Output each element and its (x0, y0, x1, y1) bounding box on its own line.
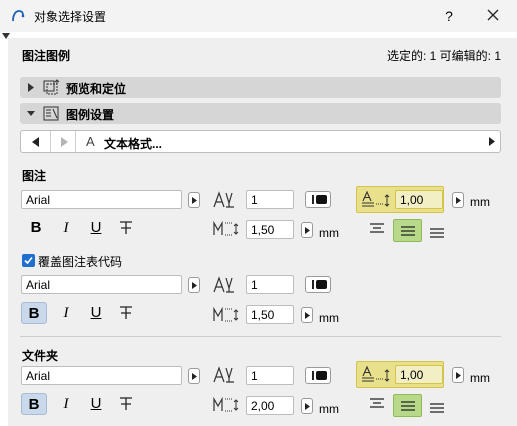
strikethrough-icon (120, 221, 132, 234)
align-center-button[interactable] (393, 219, 422, 242)
section-label: 预览和定位 (66, 82, 127, 96)
width-factor-input[interactable]: 1 (246, 275, 294, 294)
character-width-icon (213, 191, 234, 208)
arrow-right-icon (61, 137, 68, 147)
unit-label: mm (470, 195, 490, 209)
section-preview-position[interactable]: 预览和定位 (20, 77, 501, 98)
line-spacing-input[interactable]: 2,00 (246, 396, 294, 415)
group-heading: 图注 (22, 169, 47, 183)
group-divider (20, 336, 501, 337)
align-center-icon (401, 226, 415, 236)
unit-label: mm (470, 371, 490, 385)
text-format-icon: A (86, 134, 95, 149)
paragraph-spacing-icon (362, 190, 390, 207)
expand-arrow-icon (28, 83, 34, 92)
align-left-button[interactable] (366, 394, 388, 414)
italic-button[interactable]: I (53, 393, 79, 415)
pen-color-swatch[interactable] (305, 276, 331, 293)
checkmark-icon (24, 256, 33, 265)
underline-button[interactable]: U (83, 393, 109, 415)
close-icon[interactable] (484, 6, 502, 24)
font-select[interactable]: Arial (21, 366, 182, 385)
bold-button[interactable]: B (21, 302, 47, 324)
selection-status: 选定的: 1 可编辑的: 1 (386, 49, 501, 63)
next-page-button[interactable] (52, 131, 76, 152)
pen-color-swatch[interactable] (305, 191, 331, 208)
bold-button[interactable]: B (21, 393, 47, 415)
align-left-icon (370, 398, 384, 408)
paragraph-spacing-menu-button[interactable] (452, 367, 464, 383)
align-center-button[interactable] (393, 394, 422, 417)
character-width-icon (213, 366, 234, 383)
paragraph-spacing-input[interactable]: 1,00 (395, 365, 443, 384)
unit-label: mm (319, 311, 339, 325)
line-spacing-input[interactable]: 1,50 (246, 220, 294, 239)
underline-button[interactable]: U (83, 302, 109, 324)
align-right-button[interactable] (426, 224, 448, 244)
strikethrough-button[interactable] (113, 393, 139, 415)
collapse-arrow-icon (27, 111, 35, 116)
align-right-icon (430, 228, 444, 238)
preview-position-icon (43, 79, 60, 95)
paragraph-spacing-icon (362, 365, 390, 382)
group-heading: 文件夹 (22, 349, 59, 363)
font-menu-button[interactable] (188, 277, 200, 293)
app-icon (12, 10, 25, 22)
section-legend-settings[interactable]: 图例设置 (20, 103, 501, 124)
unit-label: mm (319, 402, 339, 416)
align-right-button[interactable] (426, 399, 448, 419)
unit-label: mm (319, 226, 339, 240)
arrow-left-icon (32, 137, 39, 147)
legend-settings-icon (43, 106, 59, 121)
line-spacing-icon (213, 306, 239, 322)
pen-color-swatch[interactable] (305, 367, 331, 384)
line-spacing-menu-button[interactable] (301, 307, 313, 323)
bold-button[interactable]: B (23, 217, 49, 239)
paragraph-spacing-input[interactable]: 1,00 (395, 190, 443, 209)
line-spacing-menu-button[interactable] (301, 398, 313, 414)
override-checkbox[interactable] (22, 254, 35, 267)
section-label: 图例设置 (66, 108, 115, 122)
width-factor-input[interactable]: 1 (246, 190, 294, 209)
window-title: 对象选择设置 (34, 10, 107, 24)
underline-button[interactable]: U (83, 217, 109, 239)
font-select[interactable]: Arial (21, 190, 182, 209)
strikethrough-button[interactable] (113, 217, 139, 239)
override-label: 覆盖图注表代码 (38, 255, 123, 269)
strikethrough-icon (120, 306, 132, 319)
align-center-icon (401, 401, 415, 411)
panel-title: 图注图例 (22, 49, 71, 63)
font-select[interactable]: Arial (21, 275, 182, 294)
strikethrough-icon (120, 397, 132, 410)
line-spacing-icon (213, 220, 239, 236)
character-width-icon (213, 276, 234, 293)
help-button[interactable]: ? (438, 5, 460, 27)
align-left-icon (370, 223, 384, 233)
italic-button[interactable]: I (53, 217, 79, 239)
font-menu-button[interactable] (188, 192, 200, 208)
align-left-button[interactable] (366, 219, 388, 239)
strikethrough-button[interactable] (113, 302, 139, 324)
align-right-icon (430, 403, 444, 413)
paragraph-spacing-menu-button[interactable] (452, 192, 464, 208)
italic-button[interactable]: I (53, 302, 79, 324)
previous-page-button[interactable] (21, 131, 51, 152)
font-menu-button[interactable] (188, 368, 200, 384)
page-menu-arrow-icon[interactable] (489, 137, 495, 146)
width-factor-input[interactable]: 1 (246, 366, 294, 385)
line-spacing-input[interactable]: 1,50 (246, 305, 294, 324)
page-name[interactable]: 文本格式... (104, 135, 162, 152)
line-spacing-menu-button[interactable] (301, 222, 313, 238)
line-spacing-icon (213, 396, 239, 412)
